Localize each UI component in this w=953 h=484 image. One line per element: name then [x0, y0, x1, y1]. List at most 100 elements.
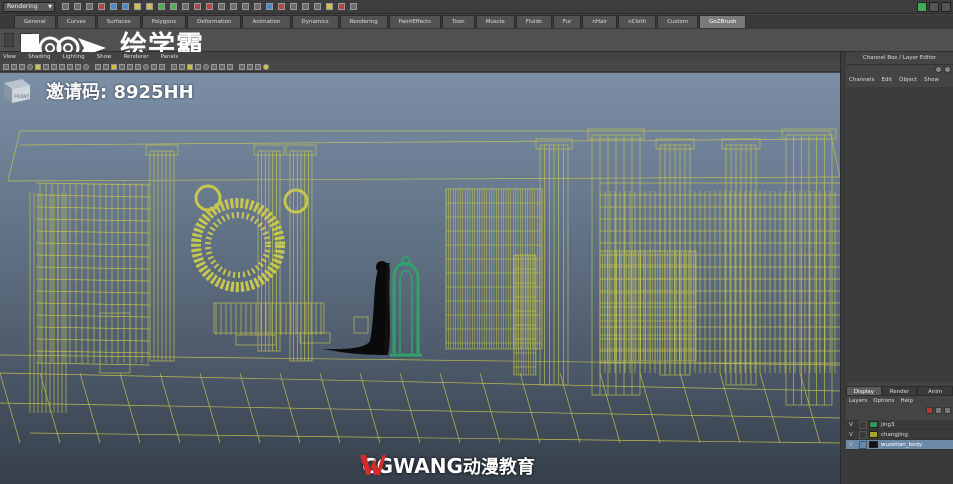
textured-icon[interactable] — [159, 63, 165, 70]
open-scene-icon[interactable] — [74, 3, 81, 10]
save-scene-icon[interactable] — [86, 3, 93, 10]
shadows-icon[interactable] — [151, 63, 157, 70]
light-icon[interactable] — [326, 3, 333, 10]
selection-mask-icon[interactable] — [290, 3, 297, 10]
shelf-tab-toon[interactable]: Toon — [442, 15, 475, 28]
layer-playback-toggle[interactable] — [859, 440, 867, 449]
snap-plane-icon[interactable] — [170, 3, 177, 10]
layer-tab-display[interactable]: Display — [846, 386, 882, 396]
history-icon[interactable] — [182, 3, 189, 10]
no-lights-icon[interactable] — [227, 63, 233, 70]
magnet-icon[interactable] — [338, 3, 345, 10]
panel-menu-lighting[interactable]: Lighting — [62, 52, 84, 62]
layer-row[interactable]: Vchangjing — [846, 430, 953, 440]
layer-row[interactable]: Vwuzetian_body — [846, 440, 953, 450]
channel-box-menu-edit[interactable]: Edit — [881, 75, 892, 85]
use-lights-icon[interactable] — [143, 63, 149, 70]
joint-icon[interactable] — [350, 3, 357, 10]
channel-box-menu-channels[interactable]: Channels — [849, 75, 874, 85]
snap-grid-icon[interactable] — [134, 3, 141, 10]
render-icon[interactable] — [203, 63, 209, 70]
layer-tab-anim[interactable]: Anim — [917, 386, 953, 396]
layer-visibility-toggle[interactable]: V — [849, 432, 859, 438]
layer-playback-toggle[interactable] — [859, 420, 867, 429]
shelf-tab-deformation[interactable]: Deformation — [187, 15, 242, 28]
motion-blur-icon[interactable] — [255, 63, 261, 70]
shelf-tab-dynamics[interactable]: Dynamics — [291, 15, 339, 28]
layer-row[interactable]: Vjing3 — [846, 420, 953, 430]
grid-icon[interactable] — [35, 63, 41, 70]
panel-menu-shading[interactable]: Shading — [28, 52, 50, 62]
attribute-view-icon[interactable] — [944, 66, 951, 73]
layer-color-swatch[interactable] — [869, 441, 878, 448]
layer-menu-layers[interactable]: Layers — [849, 396, 867, 406]
perspective-viewport[interactable]: 邀请码: 8925HH FRONT CGWANG 动漫教育 — [0, 73, 840, 484]
new-layer-from-selection-icon[interactable] — [944, 407, 951, 414]
lock-icon[interactable] — [302, 3, 309, 10]
attribute-editor-toggle-icon[interactable] — [929, 2, 939, 12]
shelf-tab-surfaces[interactable]: Surfaces — [96, 15, 141, 28]
bookmark-icon[interactable] — [19, 63, 25, 70]
anti-alias-icon[interactable] — [239, 63, 245, 70]
viewcube-icon[interactable]: FRONT — [0, 73, 32, 105]
layer-menu-options[interactable]: Options — [873, 396, 894, 406]
layer-color-swatch[interactable] — [869, 421, 878, 428]
bounding-box-icon[interactable] — [111, 63, 117, 70]
backface-icon[interactable] — [195, 63, 201, 70]
channel-box-toggle-icon[interactable] — [935, 66, 942, 73]
smooth-shade-icon[interactable] — [103, 63, 109, 70]
new-layer-icon[interactable] — [935, 407, 942, 414]
ambient-occlusion-icon[interactable] — [263, 63, 269, 70]
safe-title-icon[interactable] — [83, 63, 89, 70]
select-component-icon[interactable] — [122, 3, 129, 10]
panel-menu-show[interactable]: Show — [97, 52, 112, 62]
panel-menu-panels[interactable]: Panels — [161, 52, 179, 62]
high-quality-icon[interactable] — [179, 63, 185, 70]
construction-history-icon[interactable] — [254, 3, 261, 10]
shelf-tab-animation[interactable]: Animation — [242, 15, 291, 28]
shelf-tab-fluids[interactable]: Fluids — [515, 15, 552, 28]
channel-box-menu-object[interactable]: Object — [899, 75, 917, 85]
render-frame-icon[interactable] — [194, 3, 201, 10]
new-scene-icon[interactable] — [62, 3, 69, 10]
render-settings-icon[interactable] — [218, 3, 225, 10]
channel-box-toggle-icon[interactable] — [917, 2, 927, 12]
shelf-tab-polygons[interactable]: Polygons — [141, 15, 187, 28]
layer-tab-render[interactable]: Render — [881, 386, 918, 396]
camera-attributes-icon[interactable] — [11, 63, 17, 70]
hypershade-icon[interactable] — [266, 3, 273, 10]
camera-icon[interactable] — [314, 3, 321, 10]
shelf-tab-general[interactable]: General — [14, 15, 56, 28]
render-view-icon[interactable] — [278, 3, 285, 10]
safe-action-icon[interactable] — [75, 63, 81, 70]
layer-menu-help[interactable]: Help — [900, 396, 913, 406]
all-lights-icon[interactable] — [219, 63, 225, 70]
isolate-select-icon[interactable] — [171, 63, 177, 70]
input-ops-icon[interactable] — [230, 3, 237, 10]
film-gate-icon[interactable] — [43, 63, 49, 70]
select-camera-icon[interactable] — [3, 63, 9, 70]
menu-set-select[interactable]: Rendering ▼ — [3, 2, 55, 12]
default-light-icon[interactable] — [211, 63, 217, 70]
select-object-icon[interactable] — [110, 3, 117, 10]
output-ops-icon[interactable] — [242, 3, 249, 10]
ipr-render-icon[interactable] — [206, 3, 213, 10]
shelf-tab-painteffects[interactable]: PaintEffects — [388, 15, 442, 28]
shelf-menu-handle[interactable] — [4, 33, 14, 47]
resolution-gate-icon[interactable] — [51, 63, 57, 70]
layer-visibility-toggle[interactable]: V — [849, 422, 859, 428]
shelf-tab-muscle[interactable]: Muscle — [475, 15, 515, 28]
snap-curve-icon[interactable] — [146, 3, 153, 10]
shelf-tab-ncloth[interactable]: nCloth — [618, 15, 657, 28]
wireframe-icon[interactable] — [95, 63, 101, 70]
shelf-tab-curves[interactable]: Curves — [56, 15, 96, 28]
tool-settings-toggle-icon[interactable] — [941, 2, 951, 12]
image-plane-icon[interactable] — [27, 63, 33, 70]
shelf-tab-fur[interactable]: Fur — [552, 15, 582, 28]
gate-mask-icon[interactable] — [59, 63, 65, 70]
layer-visibility-toggle[interactable]: V — [849, 442, 859, 448]
layer-color-swatch[interactable] — [869, 431, 878, 438]
select-hierarchy-icon[interactable] — [98, 3, 105, 10]
shelf-tab-custom[interactable]: Custom — [657, 15, 699, 28]
panel-menu-view[interactable]: View — [3, 52, 16, 62]
